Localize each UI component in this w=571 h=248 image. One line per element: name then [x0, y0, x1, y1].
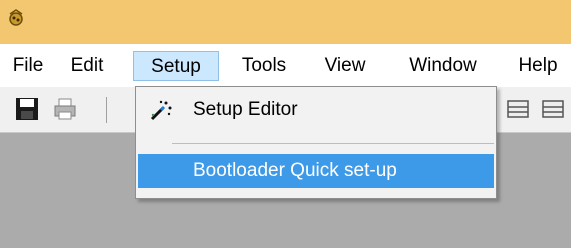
menu-help[interactable]: Help: [505, 51, 571, 81]
menu-edit[interactable]: Edit: [62, 51, 112, 81]
save-icon[interactable]: [14, 96, 40, 122]
layout-alt-icon[interactable]: [540, 96, 566, 122]
menu-separator: [172, 143, 494, 144]
menu-tools[interactable]: Tools: [227, 51, 301, 81]
magic-wand-icon: [150, 100, 172, 121]
menu-window[interactable]: Window: [388, 51, 498, 81]
menu-view[interactable]: View: [314, 51, 376, 81]
menu-item-bootloader-quick-setup[interactable]: Bootloader Quick set-up: [138, 154, 494, 188]
menu-bar: File Edit Setup Tools View Window Help: [0, 44, 571, 87]
title-bar: [0, 0, 571, 44]
layout-icon[interactable]: [505, 96, 531, 122]
menu-item-setup-editor[interactable]: Setup Editor: [138, 93, 494, 127]
menu-file[interactable]: File: [5, 51, 51, 81]
setup-dropdown-menu: Setup Editor Bootloader Quick set-up: [135, 86, 497, 199]
app-logo-icon[interactable]: [6, 8, 26, 28]
print-icon[interactable]: [52, 96, 78, 122]
bootloader-quick-setup-label: Bootloader Quick set-up: [193, 160, 397, 181]
setup-editor-label: Setup Editor: [193, 99, 298, 120]
menu-setup[interactable]: Setup: [133, 51, 219, 81]
toolbar-separator: [106, 97, 107, 123]
